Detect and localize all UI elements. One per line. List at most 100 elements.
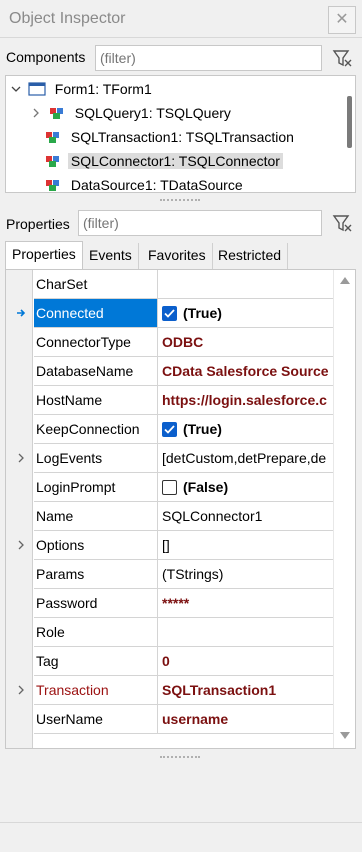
property-row-password[interactable]: Password ***** — [6, 589, 355, 618]
tree-item-label: SQLConnector1: TSQLConnector — [67, 153, 283, 169]
property-value-text: (True) — [183, 305, 222, 321]
checkbox-unchecked-icon[interactable] — [162, 480, 177, 495]
properties-label: Properties — [6, 216, 70, 232]
bottom-splitter-grip[interactable] — [160, 756, 200, 760]
property-row-hostname[interactable]: HostName https://login.salesforce.c — [6, 386, 355, 415]
property-name: UserName — [34, 705, 158, 734]
property-name: ConnectorType — [34, 328, 158, 357]
tab-favorites[interactable]: Favorites — [142, 243, 213, 269]
tab-restricted[interactable]: Restricted — [212, 243, 289, 269]
splitter-grip[interactable] — [160, 199, 200, 203]
property-row-role[interactable]: Role — [6, 618, 355, 647]
property-value[interactable] — [158, 618, 335, 647]
property-name: Role — [34, 618, 158, 647]
property-row-databasename[interactable]: DatabaseName CData Salesforce Source — [6, 357, 355, 386]
close-button[interactable]: ✕ — [328, 6, 356, 34]
checkbox-checked-icon[interactable] — [162, 422, 177, 437]
property-row-params[interactable]: Params (TStrings) — [6, 560, 355, 589]
property-row-connected[interactable]: Connected (True) — [6, 299, 355, 328]
property-value[interactable] — [158, 270, 335, 299]
grid-scrollbar[interactable] — [333, 270, 355, 748]
chevron-down-icon[interactable] — [10, 83, 22, 95]
property-value[interactable]: [] — [158, 531, 335, 560]
properties-filter-input[interactable] — [78, 210, 322, 236]
property-value-text: SQLTransaction1 — [162, 682, 277, 698]
property-value-text: 0 — [162, 653, 170, 669]
property-name: Options — [34, 531, 158, 560]
chevron-right-icon[interactable] — [16, 539, 26, 551]
property-value-text: ODBC — [162, 334, 204, 350]
tab-properties[interactable]: Properties — [5, 241, 83, 269]
chevron-right-icon[interactable] — [16, 452, 26, 464]
property-row-name[interactable]: Name SQLConnector1 — [6, 502, 355, 531]
window-title: Object Inspector — [9, 10, 126, 27]
property-value[interactable]: (True) — [158, 415, 335, 444]
components-filter-clear-icon[interactable] — [329, 45, 355, 71]
property-value-text: (True) — [183, 421, 222, 437]
property-value-text: (False) — [183, 479, 229, 495]
property-name: LoginPrompt — [34, 473, 158, 502]
property-value[interactable]: SQLConnector1 — [158, 502, 335, 531]
property-value[interactable]: [detCustom,detPrepare,de — [158, 444, 335, 473]
property-row-options[interactable]: Options[] — [6, 531, 355, 560]
property-value-text: (TStrings) — [162, 566, 224, 582]
form-icon — [28, 82, 46, 96]
property-value[interactable]: ***** — [158, 589, 335, 618]
property-row-connectortype[interactable]: ConnectorType ODBC — [6, 328, 355, 357]
property-value[interactable]: CData Salesforce Source — [158, 357, 335, 386]
property-value[interactable]: ODBC — [158, 328, 335, 357]
tree-scrollbar[interactable] — [347, 96, 352, 148]
property-value[interactable]: (TStrings) — [158, 560, 335, 589]
tree-item-form1[interactable]: Form1: TForm1 — [10, 78, 155, 100]
component-tree[interactable]: Form1: TForm1 SQLQuery1: TSQLQuery SQLTr… — [5, 75, 356, 193]
property-row-loginprompt[interactable]: LoginPrompt (False) — [6, 473, 355, 502]
property-row-transaction[interactable]: Transaction SQLTransaction1 — [6, 676, 355, 705]
property-name: Params — [34, 560, 158, 589]
tab-events[interactable]: Events — [83, 243, 139, 269]
component-icon — [46, 132, 59, 143]
property-value-text: CData Salesforce Source — [162, 363, 329, 379]
property-value[interactable]: 0 — [158, 647, 335, 676]
property-value-text: username — [162, 711, 229, 727]
property-name: CharSet — [34, 270, 158, 299]
tree-item-label: Form1: TForm1 — [54, 81, 152, 97]
property-value[interactable]: (True) — [158, 299, 335, 328]
component-icon — [46, 180, 59, 191]
property-row-charset[interactable]: CharSet — [6, 270, 355, 299]
tree-item-sqlconnector1[interactable]: SQLConnector1: TSQLConnector — [44, 150, 283, 172]
tree-item-label: SQLTransaction1: TSQLTransaction — [70, 129, 294, 145]
scroll-up-icon[interactable] — [340, 277, 350, 284]
component-icon — [46, 156, 59, 167]
chevron-right-icon[interactable] — [30, 107, 42, 119]
property-row-username[interactable]: UserName username — [6, 705, 355, 734]
properties-filter-clear-icon[interactable] — [329, 210, 355, 236]
property-name: Password — [34, 589, 158, 618]
property-value[interactable]: (False) — [158, 473, 335, 502]
property-row-keepconnection[interactable]: KeepConnection (True) — [6, 415, 355, 444]
property-value[interactable]: username — [158, 705, 335, 734]
property-name: Transaction — [34, 676, 158, 705]
property-name: KeepConnection — [34, 415, 158, 444]
scroll-down-icon[interactable] — [340, 732, 350, 739]
tree-item-sqlquery1[interactable]: SQLQuery1: TSQLQuery — [30, 102, 234, 124]
component-icon — [49, 108, 63, 119]
property-value-text: ***** — [162, 595, 190, 611]
tree-item-sqltransaction1[interactable]: SQLTransaction1: TSQLTransaction — [44, 126, 297, 148]
property-name: Name — [34, 502, 158, 531]
property-row-tag[interactable]: Tag 0 — [6, 647, 355, 676]
property-row-logevents[interactable]: LogEvents [detCustom,detPrepare,de — [6, 444, 355, 473]
checkbox-checked-icon[interactable] — [162, 306, 177, 321]
tree-item-datasource1[interactable]: DataSource1: TDataSource — [44, 174, 246, 192]
current-row-indicator-icon — [17, 309, 26, 317]
chevron-right-icon[interactable] — [16, 684, 26, 696]
property-value-text: SQLConnector1 — [162, 508, 263, 524]
property-value[interactable]: SQLTransaction1 — [158, 676, 335, 705]
inspector-tabs: Properties Events Favorites Restricted — [5, 241, 356, 269]
property-value-text: [detCustom,detPrepare,de — [162, 450, 327, 466]
title-bar: Object Inspector ✕ — [0, 0, 362, 38]
property-name: Connected — [34, 299, 158, 328]
property-name: Tag — [34, 647, 158, 676]
components-label: Components — [6, 49, 86, 65]
components-filter-input[interactable] — [95, 45, 322, 71]
property-value[interactable]: https://login.salesforce.c — [158, 386, 335, 415]
